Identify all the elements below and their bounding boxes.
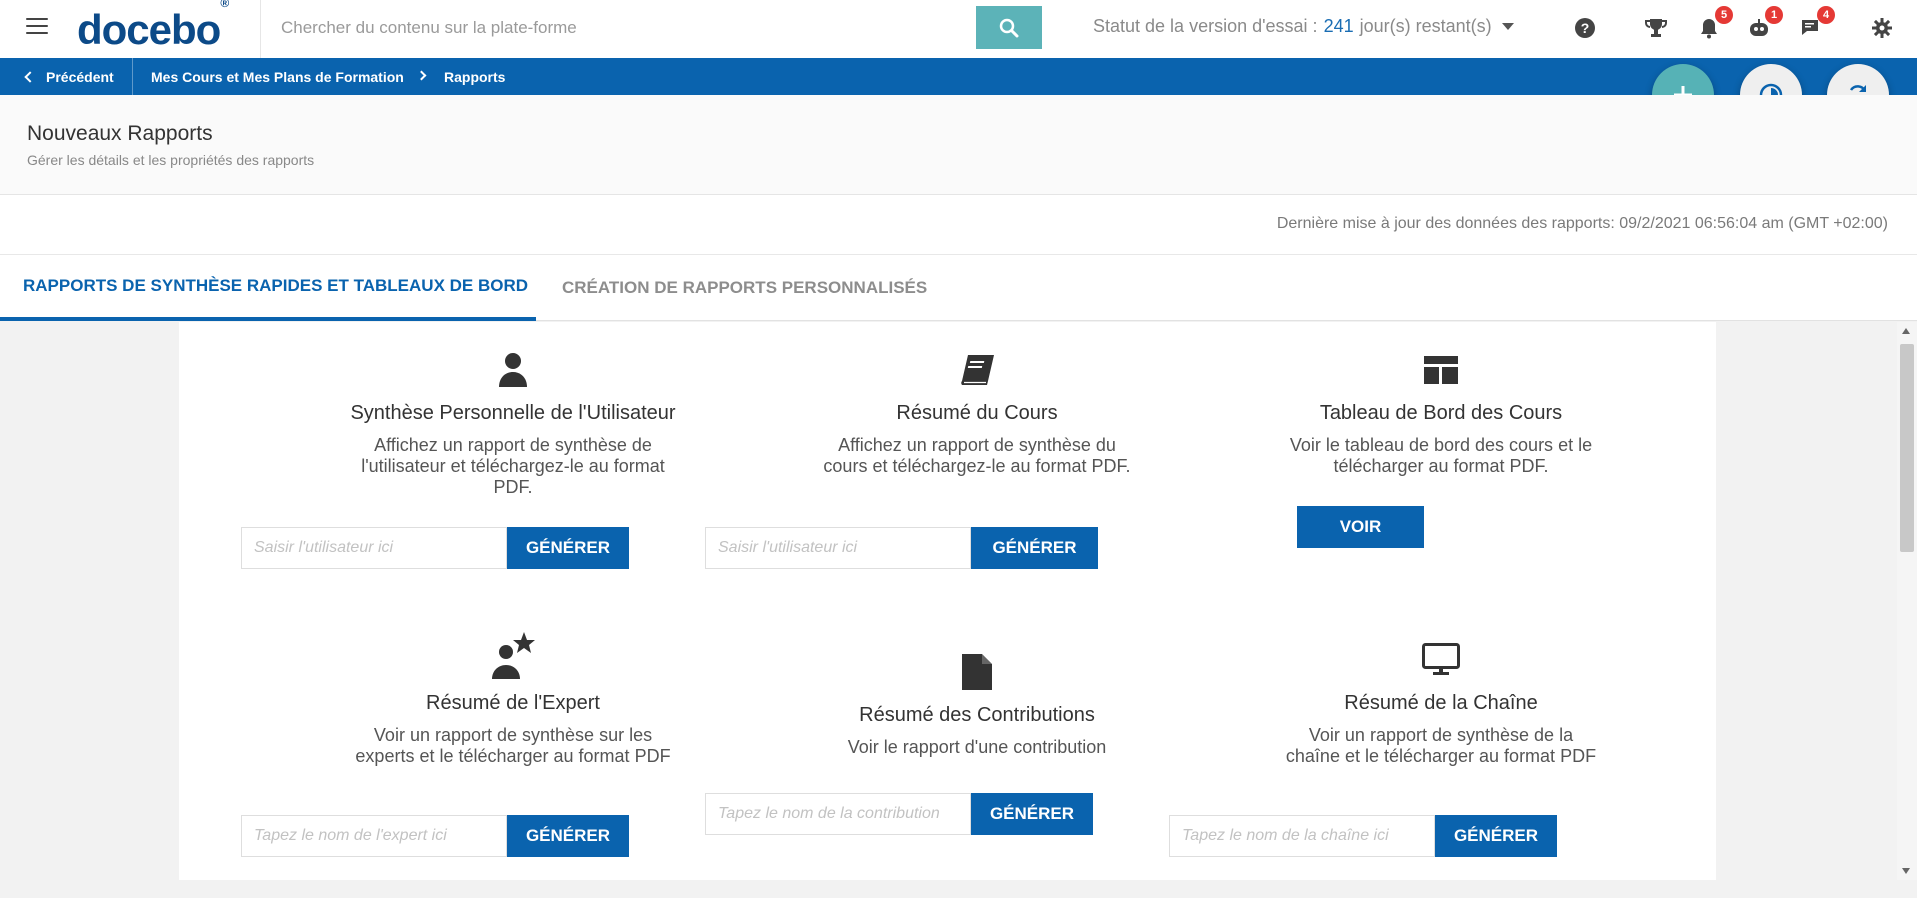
tab-custom-reports[interactable]: CRÉATION DE RAPPORTS PERSONNALISÉS — [562, 255, 927, 321]
card-description: Affichez un rapport de synthèse du cours… — [823, 435, 1131, 476]
card-description: Voir un rapport de synthèse sur les expe… — [355, 725, 671, 766]
divider — [260, 0, 261, 58]
card-title: Résumé du Cours — [896, 402, 1058, 424]
search-icon — [999, 18, 1019, 37]
card-description: Voir le tableau de bord des cours et le … — [1289, 435, 1593, 476]
card-expert-summary: Résumé de l'Expert Voir un rapport de sy… — [293, 630, 733, 767]
search-bar — [264, 6, 1042, 49]
robot-badge: 1 — [1765, 6, 1783, 24]
chevron-right-icon — [416, 70, 427, 81]
breadcrumb: Précédent Mes Cours et Mes Plans de Form… — [0, 58, 1917, 95]
card-channel-summary: Résumé de la Chaîne Voir un rapport de s… — [1221, 638, 1661, 767]
contribution-name-input[interactable] — [705, 793, 971, 835]
breadcrumb-item-reports[interactable]: Rapports — [444, 58, 505, 95]
search-button[interactable] — [976, 6, 1042, 49]
dashboard-icon — [1221, 350, 1661, 390]
generate-contributions-button[interactable]: GÉNÉRER — [971, 793, 1093, 835]
svg-text:?: ? — [1581, 20, 1590, 36]
channel-name-input[interactable] — [1169, 815, 1435, 857]
gear-icon[interactable] — [1868, 14, 1896, 42]
card-title: Résumé des Contributions — [859, 704, 1095, 726]
card-description: Voir le rapport d'une contribution — [847, 737, 1107, 757]
card-course-summary: Résumé du Cours Affichez un rapport de s… — [757, 350, 1197, 477]
expert-icon — [293, 630, 733, 680]
view-dashboard-button[interactable]: VOIR — [1297, 506, 1424, 548]
page-header: Nouveaux Rapports Gérer les détails et l… — [0, 95, 1917, 195]
messages-badge: 4 — [1817, 6, 1835, 24]
notifications-bell-icon[interactable]: 5 — [1695, 6, 1733, 42]
course-summary-input[interactable] — [705, 527, 971, 569]
user-summary-form: GÉNÉRER — [241, 527, 629, 569]
trial-prefix: Statut de la version d'essai : — [1093, 16, 1318, 36]
back-button[interactable]: Précédent — [0, 58, 133, 95]
monitor-icon — [1221, 638, 1661, 680]
robot-assistant-icon[interactable]: 1 — [1745, 6, 1783, 42]
generate-channel-summary-button[interactable]: GÉNÉRER — [1435, 815, 1557, 857]
scrollbar[interactable] — [1897, 322, 1917, 880]
scroll-down-arrow-icon[interactable] — [1902, 868, 1910, 874]
chevron-down-icon — [1501, 23, 1514, 30]
messages-icon[interactable]: 4 — [1797, 6, 1835, 42]
document-icon — [757, 652, 1197, 692]
card-description: Affichez un rapport de synthèse de l'uti… — [361, 435, 665, 497]
expert-name-input[interactable] — [241, 815, 507, 857]
generate-expert-summary-button[interactable]: GÉNÉRER — [507, 815, 629, 857]
page-title: Nouveaux Rapports — [27, 122, 213, 145]
chevron-left-icon — [24, 70, 36, 83]
expert-summary-form: GÉNÉRER — [241, 815, 629, 857]
tab-quick-reports[interactable]: RAPPORTS DE SYNTHÈSE RAPIDES ET TABLEAUX… — [0, 255, 536, 321]
card-title: Tableau de Bord des Cours — [1319, 402, 1563, 424]
last-update-text: Dernière mise à jour des données des rap… — [1276, 215, 1888, 232]
trial-days: 241 — [1323, 16, 1354, 36]
top-header: docebo® Statut de la version d'essai : 2… — [0, 0, 1917, 58]
docebo-logo[interactable]: docebo® — [77, 0, 229, 54]
trial-status-dropdown[interactable]: Statut de la version d'essai : 241 jour(… — [1093, 16, 1514, 37]
breadcrumb-item-courses[interactable]: Mes Cours et Mes Plans de Formation — [151, 58, 404, 95]
card-contributions-summary: Résumé des Contributions Voir le rapport… — [757, 652, 1197, 758]
hamburger-menu-icon[interactable] — [26, 18, 48, 36]
help-icon[interactable]: ? — [1571, 14, 1599, 42]
user-summary-input[interactable] — [241, 527, 507, 569]
course-summary-form: GÉNÉRER — [705, 527, 1098, 569]
card-title: Résumé de la Chaîne — [1344, 692, 1538, 714]
card-title: Résumé de l'Expert — [426, 692, 600, 714]
generate-course-summary-button[interactable]: GÉNÉRER — [971, 527, 1098, 569]
report-cards-panel: Synthèse Personnelle de l'Utilisateur Af… — [179, 322, 1716, 880]
user-icon — [293, 350, 733, 390]
card-title: Synthèse Personnelle de l'Utilisateur — [350, 402, 676, 424]
scroll-thumb[interactable] — [1900, 344, 1914, 552]
trial-suffix: jour(s) restant(s) — [1359, 16, 1492, 36]
report-tabs: RAPPORTS DE SYNTHÈSE RAPIDES ET TABLEAUX… — [0, 255, 1917, 321]
contributions-form: GÉNÉRER — [705, 793, 1093, 835]
book-icon — [757, 350, 1197, 390]
trophy-icon[interactable] — [1642, 14, 1670, 42]
scroll-up-arrow-icon[interactable] — [1902, 328, 1910, 334]
generate-user-summary-button[interactable]: GÉNÉRER — [507, 527, 629, 569]
card-course-dashboard: Tableau de Bord des Cours Voir le tablea… — [1221, 350, 1661, 477]
notifications-badge: 5 — [1715, 6, 1733, 24]
card-description: Voir un rapport de synthèse de la chaîne… — [1285, 725, 1597, 766]
channel-summary-form: GÉNÉRER — [1169, 815, 1557, 857]
page-subtitle: Gérer les détails et les propriétés des … — [27, 152, 315, 168]
card-user-summary: Synthèse Personnelle de l'Utilisateur Af… — [293, 350, 733, 498]
search-input[interactable] — [264, 6, 976, 49]
last-update-row: Dernière mise à jour des données des rap… — [0, 195, 1917, 255]
